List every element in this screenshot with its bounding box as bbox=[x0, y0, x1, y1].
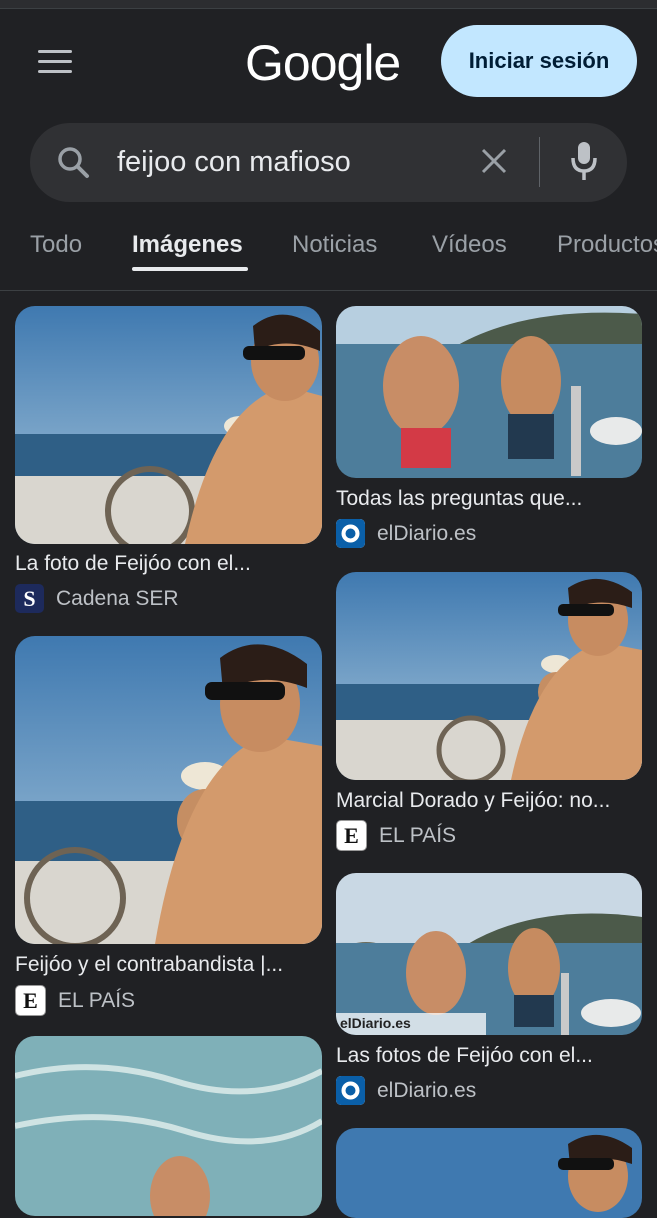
result-thumbnail[interactable] bbox=[336, 306, 642, 478]
search-icon[interactable] bbox=[56, 145, 90, 179]
result-source[interactable]: S Cadena SER bbox=[15, 584, 179, 613]
boat-photo-image bbox=[336, 1128, 642, 1218]
source-label: EL PAÍS bbox=[379, 823, 457, 847]
tab-videos[interactable]: Vídeos bbox=[432, 231, 507, 259]
result-title[interactable]: Marcial Dorado y Feijóo: no... bbox=[336, 789, 646, 813]
result-source[interactable]: elDiario.es bbox=[336, 519, 476, 548]
result-title[interactable]: Todas las preguntas que... bbox=[336, 487, 646, 511]
sea-photo-image bbox=[336, 306, 642, 478]
hamburger-menu-icon[interactable] bbox=[38, 50, 72, 76]
result-source[interactable]: E EL PAÍS bbox=[336, 820, 456, 851]
result-thumbnail[interactable] bbox=[15, 306, 322, 544]
result-thumbnail[interactable] bbox=[336, 572, 642, 780]
eldiario-icon bbox=[336, 1076, 365, 1105]
tabs-divider bbox=[0, 290, 657, 291]
clear-icon[interactable] bbox=[479, 146, 509, 176]
boat-photo-image bbox=[15, 306, 322, 544]
tab-noticias[interactable]: Noticias bbox=[292, 231, 377, 259]
result-source[interactable]: elDiario.es bbox=[336, 1076, 476, 1105]
source-label: elDiario.es bbox=[377, 1078, 477, 1102]
sea-photo-image bbox=[15, 1036, 322, 1216]
search-input[interactable]: feijoo con mafioso bbox=[117, 146, 351, 179]
ser-icon: S bbox=[15, 584, 44, 613]
result-thumbnail[interactable]: elDiario.es bbox=[336, 873, 642, 1035]
result-title[interactable]: Feijóo y el contrabandista |... bbox=[15, 953, 325, 977]
result-source[interactable]: E EL PAÍS bbox=[15, 985, 135, 1016]
eldiario-icon bbox=[336, 519, 365, 548]
source-label: EL PAÍS bbox=[58, 988, 136, 1012]
boat-photo-image bbox=[336, 572, 642, 780]
elpais-icon: E bbox=[15, 985, 46, 1016]
result-thumbnail[interactable] bbox=[15, 636, 322, 944]
boat-photo-image bbox=[15, 636, 322, 944]
google-logo[interactable]: Google bbox=[245, 34, 401, 92]
active-tab-indicator bbox=[132, 267, 248, 271]
status-bar-edge bbox=[0, 0, 657, 9]
result-thumbnail[interactable] bbox=[15, 1036, 322, 1216]
source-label: elDiario.es bbox=[377, 521, 477, 545]
elpais-icon: E bbox=[336, 820, 367, 851]
sea-photo-image bbox=[336, 873, 642, 1035]
result-title[interactable]: La foto de Feijóo con el... bbox=[15, 552, 325, 576]
tab-imagenes[interactable]: Imágenes bbox=[132, 231, 243, 259]
image-watermark: elDiario.es bbox=[340, 1015, 411, 1031]
microphone-icon[interactable] bbox=[568, 140, 600, 182]
search-divider bbox=[539, 137, 540, 187]
search-tabs: Todo Imágenes Noticias Vídeos Productos bbox=[0, 225, 657, 275]
signin-button[interactable]: Iniciar sesión bbox=[441, 25, 637, 97]
source-label: Cadena SER bbox=[56, 586, 179, 610]
result-thumbnail[interactable] bbox=[336, 1128, 642, 1218]
tab-todo[interactable]: Todo bbox=[30, 231, 82, 259]
result-title[interactable]: Las fotos de Feijóo con el... bbox=[336, 1044, 646, 1068]
tab-productos[interactable]: Productos bbox=[557, 231, 657, 259]
